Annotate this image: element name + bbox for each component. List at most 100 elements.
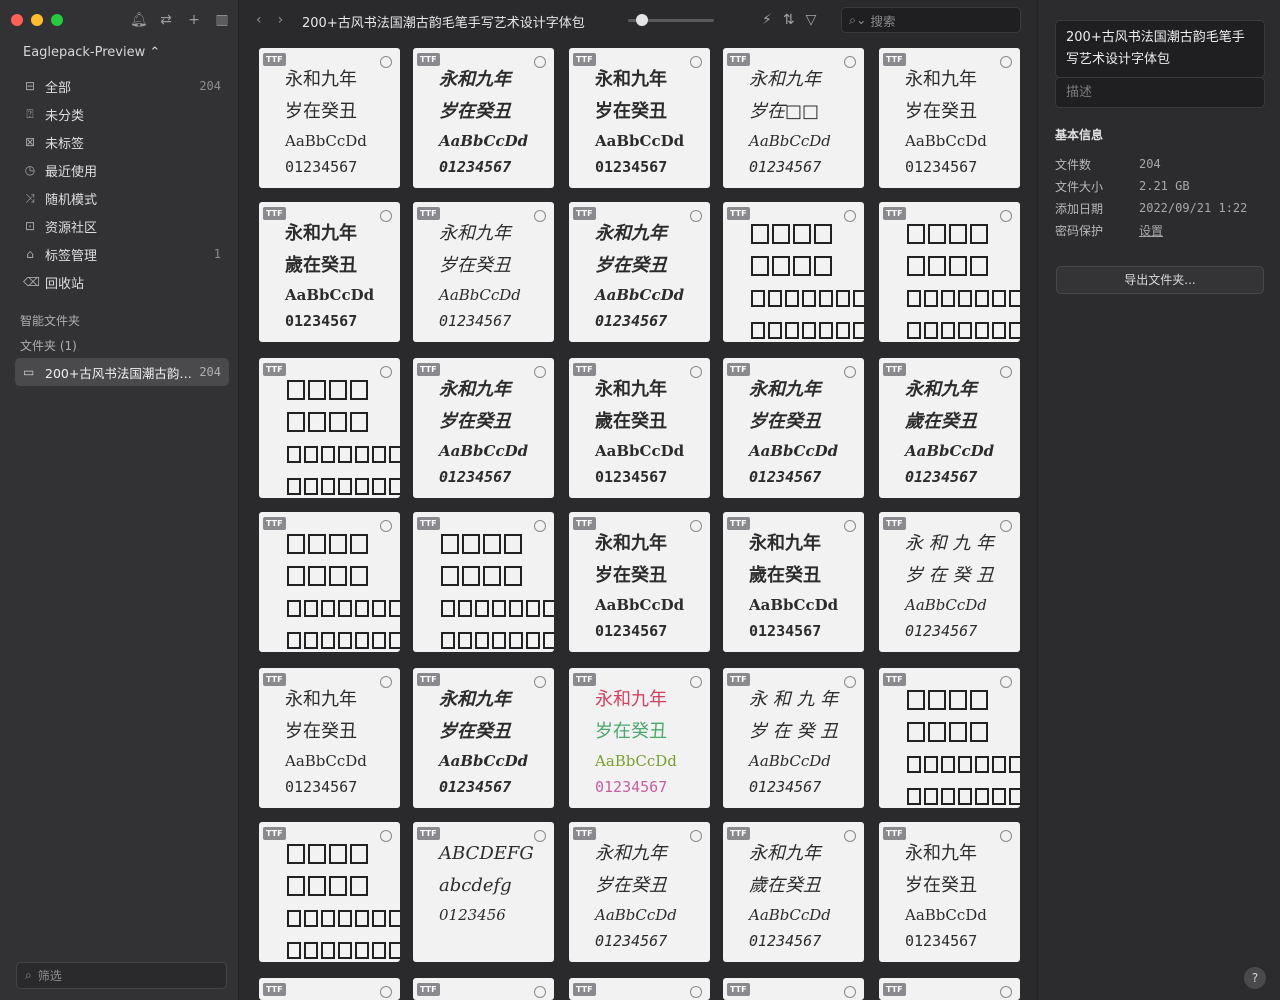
- font-card[interactable]: TTF 永和九年 岁在癸丑 AaBbCcDd 01234567: [569, 512, 710, 652]
- font-card[interactable]: TTF 永和九年 岁在癸丑 AaBbCcDd 01234567: [723, 358, 864, 498]
- font-card[interactable]: TTF 永和九年 岁在癸丑 AaBbCcDd 01234567: [569, 668, 710, 808]
- password-setup-link[interactable]: 设置: [1139, 222, 1163, 239]
- font-card[interactable]: TTF 永和九年 岁在癸丑 AaBbCcDd 01234567: [259, 668, 400, 808]
- font-card[interactable]: TTF 永和九年 岁在□□ AaBbCcDd 01234567: [723, 48, 864, 188]
- folder-name-field[interactable]: 200+古风书法国潮古韵毛笔手写艺术设计字体包: [1055, 20, 1265, 78]
- help-button[interactable]: ?: [1244, 967, 1266, 989]
- select-checkbox[interactable]: [844, 830, 856, 842]
- font-card[interactable]: TTF 永和九年 岁在癸丑 AaBbCcDd 01234567: [413, 48, 554, 188]
- back-icon[interactable]: ‹: [256, 12, 262, 28]
- bell-icon[interactable]: 🔔︎: [130, 12, 148, 28]
- select-checkbox[interactable]: [690, 676, 702, 688]
- font-card[interactable]: TTF 永 和 九 年岁 在 癸 丑 AaBbCcDd 01234567: [723, 668, 864, 808]
- smart-folders-heading[interactable]: 智能文件夹: [20, 312, 80, 329]
- font-card[interactable]: TTF: [259, 822, 400, 962]
- font-card[interactable]: TTF 永和九年 歲在癸丑 AaBbCcDd 01234567: [879, 358, 1020, 498]
- export-folder-button[interactable]: 导出文件夹...: [1056, 266, 1264, 294]
- select-checkbox[interactable]: [844, 676, 856, 688]
- sidebar-item[interactable]: ⤨ 随机模式: [15, 184, 229, 212]
- font-card[interactable]: TTF: [879, 978, 1020, 1000]
- font-card[interactable]: TTF 永和九年 岁在癸丑 AaBbCcDd 01234567: [413, 202, 554, 342]
- font-card[interactable]: TTF: [723, 202, 864, 342]
- missing-glyph-box: [355, 477, 369, 495]
- font-card[interactable]: TTF: [259, 358, 400, 498]
- library-switcher[interactable]: Eaglepack-Preview ⌃: [23, 45, 160, 60]
- search-input[interactable]: ⌕⌄ 搜索: [841, 7, 1021, 33]
- select-checkbox[interactable]: [844, 520, 856, 532]
- font-card[interactable]: TTF: [879, 668, 1020, 808]
- missing-glyph-box: [338, 599, 352, 617]
- select-checkbox[interactable]: [534, 830, 546, 842]
- select-checkbox[interactable]: [1000, 366, 1012, 378]
- select-checkbox[interactable]: [690, 56, 702, 68]
- select-checkbox[interactable]: [690, 986, 702, 998]
- select-checkbox[interactable]: [844, 56, 856, 68]
- zoom-window-button[interactable]: [51, 14, 63, 26]
- select-checkbox[interactable]: [534, 366, 546, 378]
- font-card[interactable]: TTF: [569, 978, 710, 1000]
- minimize-window-button[interactable]: [31, 14, 43, 26]
- add-icon[interactable]: +: [186, 12, 202, 28]
- sidebar-item[interactable]: ⌂ 标签管理 1: [15, 240, 229, 268]
- font-card[interactable]: TTF: [879, 202, 1020, 342]
- select-checkbox[interactable]: [844, 986, 856, 998]
- font-card[interactable]: TTF: [413, 978, 554, 1000]
- font-card[interactable]: TTF 永和九年 歲在癸丑 AaBbCcDd 01234567: [723, 822, 864, 962]
- lightning-icon[interactable]: ⚡︎: [762, 12, 772, 28]
- close-window-button[interactable]: [11, 14, 23, 26]
- select-checkbox[interactable]: [534, 986, 546, 998]
- select-checkbox[interactable]: [690, 520, 702, 532]
- sidebar-item[interactable]: ⌫ 回收站: [15, 268, 229, 296]
- sort-icon[interactable]: ⇅: [783, 12, 795, 28]
- select-checkbox[interactable]: [1000, 986, 1012, 998]
- select-checkbox[interactable]: [1000, 830, 1012, 842]
- font-card[interactable]: TTF 永和九年 歲在癸丑 AaBbCcDd 01234567: [569, 358, 710, 498]
- font-card[interactable]: TTF 永和九年 岁在癸丑 AaBbCcDd 01234567: [413, 358, 554, 498]
- folder-item[interactable]: ▭ 200+古风书法国潮古韵毛笔手写艺术设计字体包 204: [15, 358, 229, 386]
- font-card[interactable]: TTF 永和九年 岁在癸丑 AaBbCcDd 01234567: [259, 48, 400, 188]
- sidebar-item[interactable]: ⊟ 全部 204: [15, 72, 229, 100]
- select-checkbox[interactable]: [1000, 520, 1012, 532]
- sidebar-item[interactable]: ⍰ 未分类: [15, 100, 229, 128]
- font-card[interactable]: TTF 永和九年 岁在癸丑 AaBbCcDd 01234567: [879, 822, 1020, 962]
- filter-icon[interactable]: ▽: [806, 12, 817, 28]
- select-checkbox[interactable]: [690, 830, 702, 842]
- font-card[interactable]: TTF 永和九年 岁在癸丑 AaBbCcDd 01234567: [879, 48, 1020, 188]
- font-card[interactable]: TTF 永和九年 岁在癸丑 AaBbCcDd 01234567: [569, 48, 710, 188]
- forward-icon[interactable]: ›: [278, 12, 284, 28]
- font-card[interactable]: TTF 永和九年 岁在癸丑 AaBbCcDd 01234567: [413, 668, 554, 808]
- select-checkbox[interactable]: [844, 366, 856, 378]
- select-checkbox[interactable]: [380, 986, 392, 998]
- font-card[interactable]: TTF: [413, 512, 554, 652]
- font-card[interactable]: TTF: [259, 978, 400, 1000]
- select-checkbox[interactable]: [534, 676, 546, 688]
- preview-line: 永 和 九 年: [749, 689, 839, 710]
- font-card[interactable]: TTF 永和九年 歲在癸丑 AaBbCcDd 01234567: [723, 512, 864, 652]
- slider-thumb[interactable]: [636, 14, 648, 26]
- font-card[interactable]: TTF 永 和 九 年岁 在 癸 丑 AaBbCcDd 01234567: [879, 512, 1020, 652]
- sidebar-item[interactable]: ⊡ 资源社区: [15, 212, 229, 240]
- select-checkbox[interactable]: [380, 676, 392, 688]
- select-checkbox[interactable]: [690, 366, 702, 378]
- font-card[interactable]: TTF 永和九年 岁在癸丑 AaBbCcDd 01234567: [569, 822, 710, 962]
- sidebar-item[interactable]: ⊠ 未标签: [15, 128, 229, 156]
- sidebar-toggle-icon[interactable]: ▥: [214, 12, 230, 28]
- sidebar-item[interactable]: ◷ 最近使用: [15, 156, 229, 184]
- sync-icon[interactable]: ⇄: [158, 12, 174, 28]
- font-card[interactable]: TTF: [259, 512, 400, 652]
- description-field[interactable]: 描述: [1055, 77, 1265, 108]
- select-checkbox[interactable]: [1000, 56, 1012, 68]
- thumbnail-size-slider[interactable]: [628, 14, 714, 26]
- font-card[interactable]: TTF ABCDEFG abcdefg 0123456: [413, 822, 554, 962]
- select-checkbox[interactable]: [534, 56, 546, 68]
- filter-input[interactable]: ⌕ 筛选: [16, 962, 227, 989]
- select-checkbox[interactable]: [534, 210, 546, 222]
- select-checkbox[interactable]: [380, 56, 392, 68]
- select-checkbox[interactable]: [690, 210, 702, 222]
- select-checkbox[interactable]: [380, 210, 392, 222]
- font-card[interactable]: TTF: [723, 978, 864, 1000]
- font-card[interactable]: TTF 永和九年 岁在癸丑 AaBbCcDd 01234567: [569, 202, 710, 342]
- missing-glyph-box: [475, 631, 489, 649]
- font-card[interactable]: TTF 永和九年 歲在癸丑 AaBbCcDd 01234567: [259, 202, 400, 342]
- folders-heading[interactable]: 文件夹 (1): [20, 337, 77, 354]
